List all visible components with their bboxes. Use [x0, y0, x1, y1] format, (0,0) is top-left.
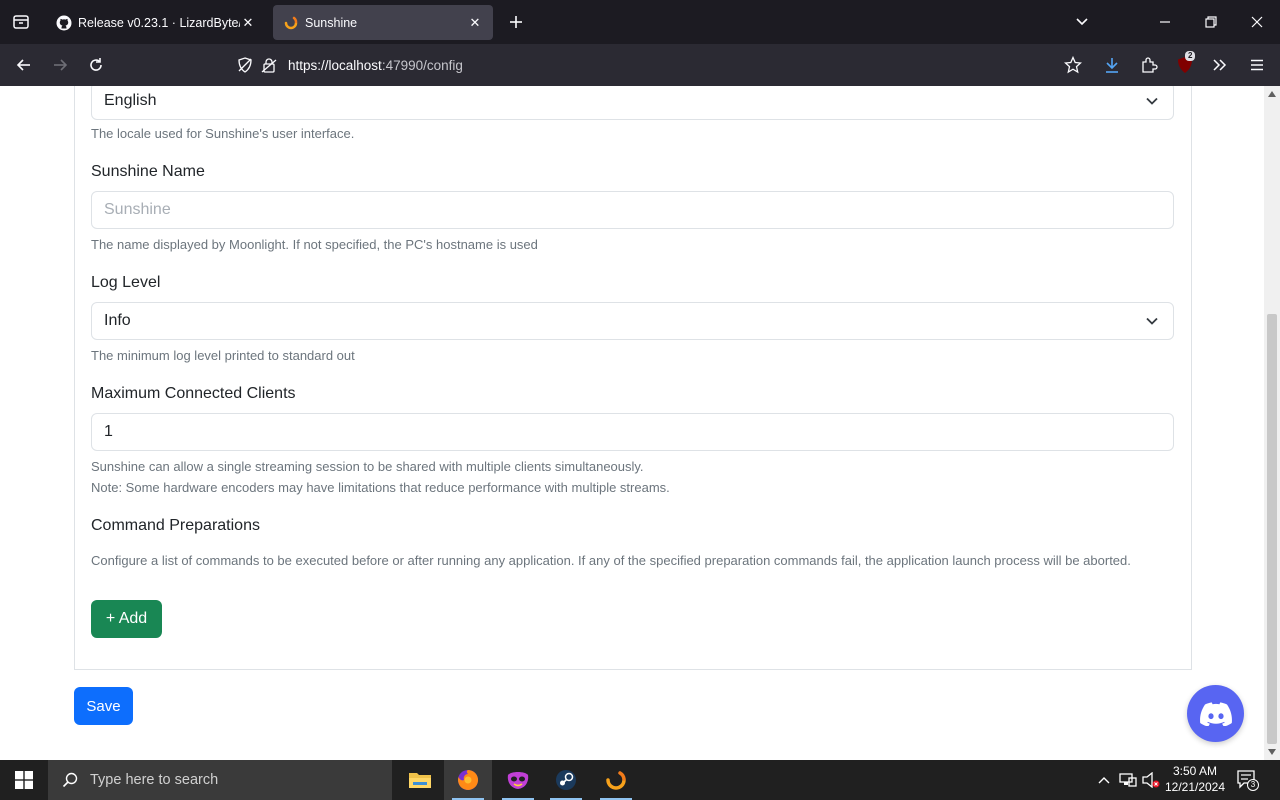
ublock-extension-icon[interactable]: 2 — [1169, 49, 1201, 81]
discord-button[interactable] — [1187, 685, 1244, 742]
discord-icon — [1199, 701, 1232, 726]
notification-count: 3 — [1247, 779, 1259, 791]
steam-icon[interactable] — [542, 760, 590, 800]
config-card — [74, 86, 1192, 670]
restore-icon[interactable] — [1188, 0, 1234, 44]
max-clients-help-line2: Note: Some hardware encoders may have li… — [91, 480, 670, 495]
scrollbar-thumb[interactable] — [1267, 314, 1277, 744]
tab-title: Release v0.23.1 · LizardByte/Sun — [78, 15, 240, 30]
insecure-lock-icon[interactable] — [258, 54, 280, 76]
scroll-down-icon[interactable] — [1267, 747, 1277, 757]
max-clients-value: 1 — [104, 423, 113, 440]
sunshine-name-input[interactable]: Sunshine — [91, 191, 1174, 229]
tab-close-icon[interactable]: ✕ — [240, 15, 256, 31]
list-all-tabs-icon[interactable] — [1059, 0, 1105, 44]
extensions-icon[interactable] — [1133, 49, 1165, 81]
tab-title: Sunshine — [305, 15, 358, 30]
windows-logo-icon — [15, 771, 33, 789]
log-level-value: Info — [104, 312, 131, 329]
save-button[interactable]: Save — [74, 687, 133, 725]
taskbar-clock[interactable]: 3:50 AM 12/21/2024 — [1160, 763, 1230, 795]
locale-help: The locale used for Sunshine's user inte… — [91, 126, 355, 141]
start-button[interactable] — [0, 760, 48, 800]
search-icon — [60, 770, 80, 790]
log-level-label: Log Level — [91, 274, 161, 291]
clock-date: 12/21/2024 — [1164, 780, 1226, 794]
page-scrollbar[interactable] — [1264, 86, 1280, 760]
github-icon — [56, 15, 72, 31]
downloads-icon[interactable] — [1096, 49, 1128, 81]
browser-tab-bar: Release v0.23.1 · LizardByte/Sun ✕ Sunsh… — [0, 0, 1280, 44]
sunshine-name-placeholder: Sunshine — [104, 201, 171, 218]
back-icon[interactable] — [8, 49, 40, 81]
show-hidden-icons-icon[interactable] — [1094, 770, 1114, 790]
new-tab-icon[interactable] — [500, 6, 532, 38]
sunshine-logo-icon — [283, 15, 299, 31]
app-mask-icon[interactable] — [494, 760, 542, 800]
menu-icon[interactable] — [1241, 49, 1273, 81]
max-clients-input[interactable]: 1 — [91, 413, 1174, 451]
close-window-icon[interactable] — [1234, 0, 1280, 44]
notification-center-icon[interactable]: 3 — [1236, 769, 1260, 791]
file-explorer-icon[interactable] — [396, 760, 444, 800]
max-clients-help-line1: Sunshine can allow a single streaming se… — [91, 459, 644, 474]
add-command-button[interactable]: + Add — [91, 600, 162, 638]
network-icon[interactable] — [1118, 770, 1138, 790]
max-clients-label: Maximum Connected Clients — [91, 385, 296, 402]
command-preps-help: Configure a list of commands to be execu… — [91, 553, 1131, 568]
tab-close-icon[interactable]: ✕ — [467, 15, 483, 31]
log-level-help: The minimum log level printed to standar… — [91, 348, 355, 363]
volume-muted-icon[interactable] — [1141, 770, 1161, 790]
command-preps-label: Command Preparations — [91, 517, 260, 534]
locale-value: English — [104, 92, 157, 109]
chevron-down-icon — [1146, 97, 1158, 105]
search-placeholder: Type here to search — [90, 772, 219, 788]
windows-taskbar: Type here to search 3:50 AM 12/21/2024 3 — [0, 760, 1280, 800]
scroll-up-icon[interactable] — [1267, 89, 1277, 99]
sunshine-name-help: The name displayed by Moonlight. If not … — [91, 237, 538, 252]
forward-icon[interactable] — [44, 49, 76, 81]
max-clients-help: Sunshine can allow a single streaming se… — [91, 456, 670, 498]
more-tools-icon[interactable] — [1204, 49, 1236, 81]
clock-time: 3:50 AM — [1172, 764, 1218, 778]
firefox-icon[interactable] — [444, 760, 492, 800]
reload-icon[interactable] — [80, 49, 112, 81]
url-bar[interactable]: https://localhost:47990/config — [228, 49, 1088, 81]
url-text: https://localhost:47990/config — [288, 57, 463, 73]
locale-select[interactable]: English — [91, 86, 1174, 120]
tab-overview-icon[interactable] — [0, 0, 42, 44]
sunshine-name-label: Sunshine Name — [91, 163, 205, 180]
chevron-down-icon — [1146, 317, 1158, 325]
extension-badge: 2 — [1185, 51, 1196, 61]
minimize-icon[interactable] — [1142, 0, 1188, 44]
tab-github-release[interactable]: Release v0.23.1 · LizardByte/Sun ✕ — [46, 5, 266, 40]
bookmark-star-icon[interactable] — [1057, 49, 1089, 81]
taskbar-search[interactable]: Type here to search — [48, 760, 392, 800]
config-page: English The locale used for Sunshine's u… — [0, 86, 1264, 760]
tracking-protection-icon[interactable] — [234, 54, 256, 76]
sunshine-app-icon[interactable] — [592, 760, 640, 800]
browser-nav-bar: https://localhost:47990/config 2 — [0, 44, 1280, 86]
tab-sunshine[interactable]: Sunshine ✕ — [273, 5, 493, 40]
log-level-select[interactable]: Info — [91, 302, 1174, 340]
